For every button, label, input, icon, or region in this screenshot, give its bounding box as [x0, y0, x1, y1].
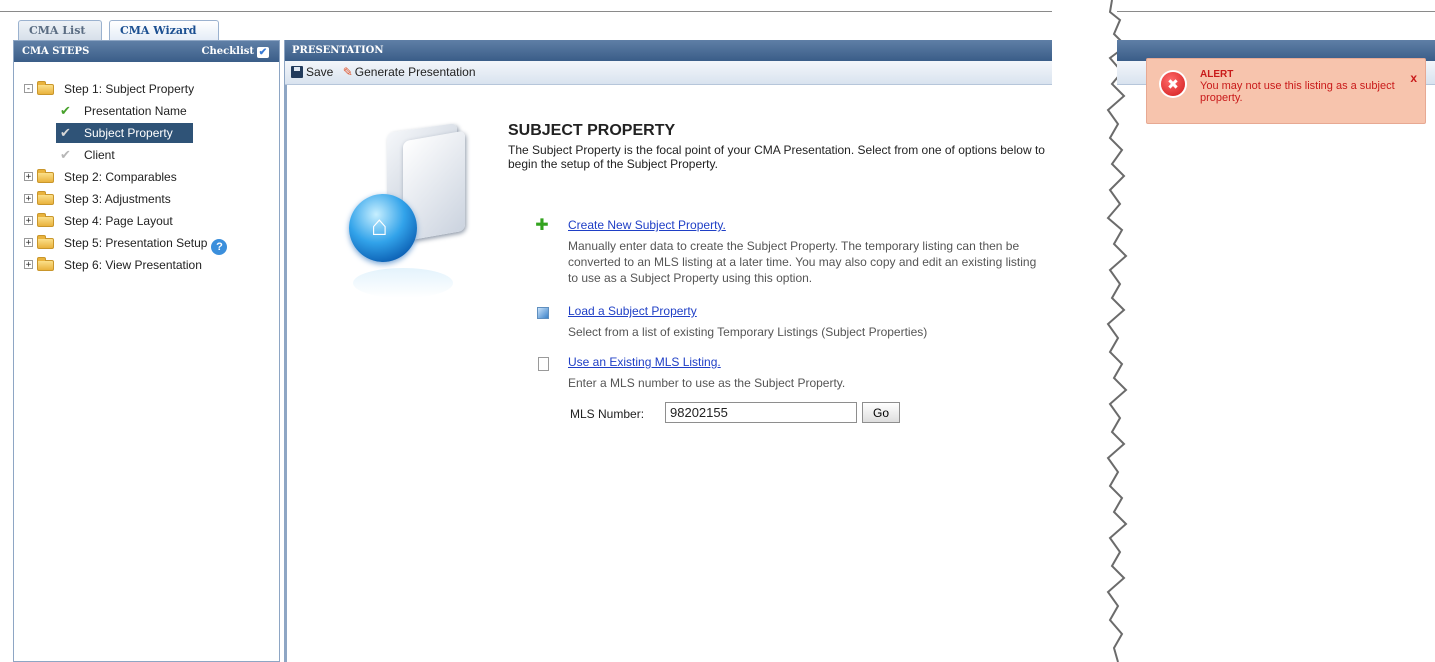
- tree-item-label: Subject Property: [84, 126, 173, 140]
- save-button[interactable]: Save: [291, 61, 333, 84]
- collapse-icon[interactable]: -: [24, 84, 33, 94]
- save-label: Save: [306, 65, 334, 79]
- subject-property-illustration: ⌂: [341, 123, 481, 303]
- generate-presentation-button[interactable]: ✎ Generate Presentation: [343, 61, 476, 84]
- tree-item-label: Presentation Name: [84, 104, 187, 118]
- mls-number-input[interactable]: [665, 402, 857, 423]
- folder-icon: [37, 191, 54, 205]
- tab-cma-wizard[interactable]: CMA Wizard X: [109, 20, 219, 58]
- tree-item-step-4[interactable]: + Step 4: Page Layout: [14, 210, 279, 232]
- help-icon[interactable]: ?: [211, 239, 228, 255]
- checklist-toggle[interactable]: Checklist ✔: [202, 41, 269, 62]
- tab-bar: CMA List CMA Wizard X: [0, 0, 1085, 58]
- alert-notification: ✖ ALERT You may not use this listing as …: [1146, 58, 1426, 124]
- alert-message: You may not use this listing as a subjec…: [1200, 80, 1395, 104]
- photo-icon: [537, 307, 549, 319]
- tree-item-presentation-name[interactable]: ✔ Presentation Name: [14, 100, 279, 122]
- tree-item-client[interactable]: ✔ Client: [14, 144, 279, 166]
- checkbox-icon: ✔: [257, 47, 269, 58]
- folder-icon: [37, 257, 54, 271]
- generate-label: Generate Presentation: [354, 65, 476, 79]
- create-new-subject-property-link[interactable]: Create New Subject Property.: [568, 218, 726, 232]
- tree-item-step-1[interactable]: - Step 1: Subject Property: [14, 78, 279, 100]
- use-existing-mls-listing-link[interactable]: Use an Existing MLS Listing.: [568, 355, 721, 369]
- tree-item-step-2[interactable]: + Step 2: Comparables: [14, 166, 279, 188]
- alert-title: ALERT: [1200, 69, 1234, 80]
- page-description: The Subject Property is the focal point …: [508, 143, 1045, 171]
- panel-title: PRESENTATION: [292, 45, 384, 56]
- expand-icon[interactable]: +: [24, 238, 33, 248]
- cma-steps-panel: CMA STEPS Checklist ✔ - Step 1: Subject P…: [13, 40, 280, 662]
- expand-icon[interactable]: +: [24, 172, 33, 182]
- panel-header: PRESENTATION: [285, 40, 1086, 61]
- house-icon: ⌂: [371, 210, 388, 241]
- toolbar: Save ✎ Generate Presentation: [285, 61, 1086, 85]
- save-disk-icon: [291, 66, 303, 78]
- tab-label: CMA List: [29, 24, 86, 37]
- error-icon: ✖: [1161, 72, 1185, 96]
- check-icon: ✔: [60, 103, 71, 118]
- panel-title: CMA STEPS: [22, 46, 90, 57]
- tab-label: CMA Wizard: [120, 24, 197, 37]
- page-title: SUBJECT PROPERTY: [508, 122, 676, 139]
- panel-header: CMA STEPS Checklist ✔: [14, 41, 279, 62]
- expand-icon[interactable]: +: [24, 260, 33, 270]
- tree-item-label: Step 6: View Presentation: [64, 258, 202, 272]
- folder-icon: [37, 213, 54, 227]
- folder-icon: [37, 81, 54, 95]
- folder-icon: [37, 169, 54, 183]
- reflection: [353, 268, 453, 298]
- tree-item-label-wrap: Step 5: Presentation Setup?: [64, 232, 228, 255]
- tree-item-label: Step 2: Comparables: [64, 170, 177, 184]
- option-description: Select from a list of existing Temporary…: [568, 325, 928, 339]
- expand-icon[interactable]: +: [24, 194, 33, 204]
- tree-item-label: Step 5: Presentation Setup: [64, 236, 208, 250]
- check-icon: ✔: [60, 125, 71, 140]
- plus-icon: ✚: [535, 217, 549, 234]
- content-area: ⌂ SUBJECT PROPERTY The Subject Property …: [285, 85, 1088, 662]
- expand-icon[interactable]: +: [24, 216, 33, 226]
- tree-item-step-5[interactable]: + Step 5: Presentation Setup?: [14, 232, 279, 255]
- presentation-panel: PRESENTATION Save ✎ Generate Presentation…: [284, 40, 1086, 662]
- option-description: Enter a MLS number to use as the Subject…: [568, 376, 846, 390]
- tree-item-label: Step 1: Subject Property: [64, 82, 195, 96]
- tree-item-subject-property[interactable]: ✔ Subject Property: [14, 122, 279, 144]
- steps-tree: - Step 1: Subject Property ✔ Presentatio…: [14, 62, 279, 276]
- load-subject-property-link[interactable]: Load a Subject Property: [568, 304, 697, 318]
- tree-item-step-3[interactable]: + Step 3: Adjustments: [14, 188, 279, 210]
- divider: [0, 11, 1085, 12]
- magic-wand-icon: ✎: [342, 65, 353, 79]
- folder-icon: [37, 235, 54, 249]
- check-icon: ✔: [60, 147, 71, 162]
- tree-item-label: Step 4: Page Layout: [64, 214, 173, 228]
- tab-cma-list[interactable]: CMA List: [18, 20, 102, 40]
- option-description: Manually enter data to create the Subjec…: [568, 239, 1037, 285]
- torn-edge-divider: [1052, 0, 1128, 662]
- divider: [1117, 11, 1435, 12]
- home-globe-icon: ⌂: [349, 194, 417, 262]
- close-icon[interactable]: x: [1410, 71, 1417, 85]
- tree-item-label: Client: [84, 148, 115, 162]
- tree-item-label: Step 3: Adjustments: [64, 192, 171, 206]
- tree-item-step-6[interactable]: + Step 6: View Presentation: [14, 254, 279, 276]
- checklist-label: Checklist: [201, 46, 254, 57]
- mls-number-label: MLS Number:: [570, 407, 645, 421]
- go-button[interactable]: Go: [862, 402, 900, 423]
- page-icon: [538, 357, 549, 371]
